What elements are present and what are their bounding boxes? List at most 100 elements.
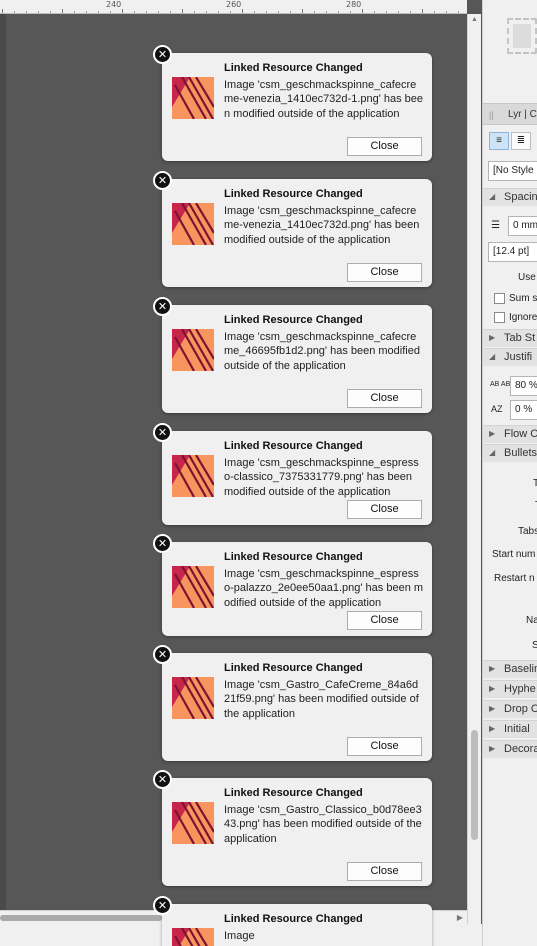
notification-toast: ✕ Linked Resource Changed Image 'csm_Gas…: [153, 770, 432, 886]
notification-toast: ✕ Linked Resource Changed Image 'csm_ges…: [153, 423, 432, 525]
section-baseline[interactable]: ▶ Baselin: [483, 660, 537, 678]
section-justification-label: Justifi: [504, 351, 533, 363]
notification-title: Linked Resource Changed: [224, 62, 363, 74]
vertical-scroll-thumb[interactable]: [471, 730, 478, 840]
panel-preview-thumbnail: [507, 18, 537, 54]
bullets-tabs-label: Tabs: [518, 526, 537, 537]
section-drop-caps-label: Drop C: [504, 703, 537, 715]
collapse-arrow-icon: ◢: [489, 192, 496, 201]
close-button[interactable]: Close: [347, 389, 422, 408]
close-button[interactable]: Close: [347, 137, 422, 156]
letter-spacing-icon: AZ: [491, 404, 503, 414]
restart-number-label: Restart n: [494, 573, 535, 584]
notification-message: Image 'csm_geschmackspinne_espresso-clas…: [224, 457, 419, 498]
notification-message: Image 'csm_Gastro_CafeCreme_84a6d21f59.p…: [224, 679, 419, 720]
align-center-icon[interactable]: ≣: [511, 132, 531, 150]
notification-toast: ✕ Linked Resource Changed Image 'csm_ges…: [153, 171, 432, 287]
ignore-checkbox[interactable]: [494, 312, 505, 323]
close-button[interactable]: Close: [347, 500, 422, 519]
tab-layers[interactable]: Lyr | C: [508, 109, 537, 120]
bullets-style-label: S: [532, 640, 537, 651]
dismiss-notification-icon[interactable]: ✕: [153, 896, 172, 915]
horizontal-scroll-thumb[interactable]: [0, 915, 162, 921]
bullets-type-label: T: [533, 478, 537, 489]
word-spacing-field[interactable]: 80 %: [510, 376, 537, 396]
section-initial[interactable]: ▶ Initial: [483, 720, 537, 738]
collapse-arrow-icon: ◢: [489, 448, 496, 457]
section-bullets-label: Bullets: [504, 447, 537, 459]
letter-spacing-field[interactable]: 0 %: [510, 400, 537, 420]
paragraph-panel: || Lyr | C ≡ ≣ [No Style ◢ Spacin ☰ 0 mm…: [482, 0, 537, 946]
dismiss-notification-icon[interactable]: ✕: [153, 534, 172, 553]
section-tab-stops[interactable]: ▶ Tab St: [483, 329, 537, 347]
dismiss-notification-icon[interactable]: ✕: [153, 770, 172, 789]
indent-field[interactable]: 0 mm: [508, 216, 537, 236]
notification-title: Linked Resource Changed: [224, 314, 363, 326]
section-initial-label: Initial: [504, 723, 530, 735]
notification-title: Linked Resource Changed: [224, 551, 363, 563]
section-hyphenation[interactable]: ▶ Hyphe: [483, 680, 537, 698]
section-justification[interactable]: ◢ Justifi: [483, 348, 537, 366]
bullets-name-label: Na: [526, 615, 537, 626]
notification-toast: ✕ Linked Resource Changed Image 'csm_ges…: [153, 45, 432, 161]
word-spacing-icon: AB AB: [490, 381, 511, 388]
notification-message: Image 'csm_Gastro_Classico_b0d78ee343.pn…: [224, 804, 422, 845]
notification-toast: ✕ Linked Resource Changed Image 'csm_Gas…: [153, 645, 432, 761]
ruler-label-240: 240: [106, 0, 122, 9]
section-baseline-label: Baselin: [504, 663, 537, 675]
vertical-scrollbar[interactable]: ▲: [467, 14, 481, 926]
affinity-publisher-icon: [172, 677, 214, 719]
affinity-publisher-icon: [172, 203, 214, 245]
section-decorations[interactable]: ▶ Decora: [483, 740, 537, 758]
dismiss-notification-icon[interactable]: ✕: [153, 171, 172, 190]
dismiss-notification-icon[interactable]: ✕: [153, 423, 172, 442]
notification-message: Image: [224, 930, 255, 942]
scroll-up-arrow-icon[interactable]: ▲: [471, 16, 478, 23]
panel-tab-bar[interactable]: || Lyr | C: [483, 103, 537, 125]
start-number-label: Start num: [492, 549, 536, 560]
close-button[interactable]: Close: [347, 737, 422, 756]
section-bullets[interactable]: ◢ Bullets: [483, 444, 537, 462]
expand-arrow-icon: ▶: [489, 724, 496, 733]
notification-title: Linked Resource Changed: [224, 188, 363, 200]
panel-grip-icon[interactable]: ||: [489, 110, 494, 120]
notification-message: Image 'csm_geschmackspinne_espresso-pala…: [224, 568, 424, 609]
section-drop-caps[interactable]: ▶ Drop C: [483, 700, 537, 718]
ruler-label-260: 260: [226, 0, 242, 9]
close-button[interactable]: Close: [347, 611, 422, 630]
expand-arrow-icon: ▶: [489, 664, 496, 673]
section-spacing[interactable]: ◢ Spacin: [483, 188, 537, 206]
expand-arrow-icon: ▶: [489, 704, 496, 713]
section-flow[interactable]: ▶ Flow C: [483, 425, 537, 443]
ruler-label-280: 280: [346, 0, 362, 9]
affinity-publisher-icon: [172, 455, 214, 497]
close-button[interactable]: Close: [347, 862, 422, 881]
sum-checkbox[interactable]: [494, 293, 505, 304]
align-left-icon[interactable]: ≡: [489, 132, 509, 150]
affinity-publisher-icon: [172, 329, 214, 371]
notification-message: Image 'csm_geschmackspinne_cafecreme-ven…: [224, 79, 424, 120]
expand-arrow-icon: ▶: [489, 684, 496, 693]
leading-field[interactable]: [12.4 pt]: [488, 242, 537, 262]
sum-label: Sum s: [509, 293, 537, 304]
notification-title: Linked Resource Changed: [224, 913, 363, 925]
notification-message: Image 'csm_geschmackspinne_cafecreme_466…: [224, 331, 420, 372]
affinity-publisher-icon: [172, 566, 214, 608]
scroll-right-arrow-icon[interactable]: ▶: [457, 913, 463, 922]
notification-title: Linked Resource Changed: [224, 440, 363, 452]
use-label: Use: [518, 272, 536, 283]
affinity-publisher-icon: [172, 802, 214, 844]
notification-title: Linked Resource Changed: [224, 787, 363, 799]
dismiss-notification-icon[interactable]: ✕: [153, 297, 172, 316]
section-decorations-label: Decora: [504, 743, 537, 755]
dismiss-notification-icon[interactable]: ✕: [153, 45, 172, 64]
notification-toast: ✕ Linked Resource Changed Image 'csm_ges…: [153, 534, 432, 636]
affinity-publisher-icon: [172, 928, 214, 946]
horizontal-ruler: 240 260 280: [0, 0, 467, 14]
close-button[interactable]: Close: [347, 263, 422, 282]
alignment-buttons: ≡ ≣: [489, 132, 537, 150]
section-spacing-label: Spacin: [504, 191, 537, 203]
dismiss-notification-icon[interactable]: ✕: [153, 645, 172, 664]
section-tab-stops-label: Tab St: [504, 332, 536, 344]
paragraph-style-select[interactable]: [No Style: [488, 161, 537, 181]
